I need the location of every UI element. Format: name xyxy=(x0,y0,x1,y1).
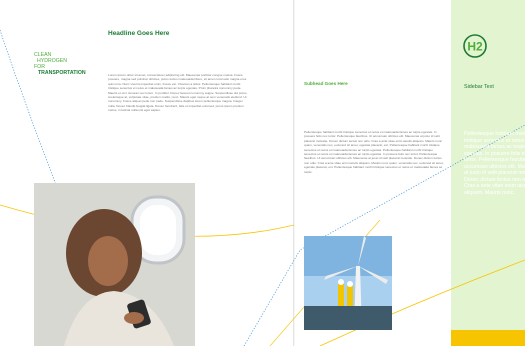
sidebar-yellow-bar xyxy=(451,330,525,346)
subhead: Subhead Goes Here xyxy=(304,81,348,86)
photo-wind-turbine-workers xyxy=(304,236,392,330)
photo-woman-airplane-drawing xyxy=(34,183,195,346)
h2-circle-logo-icon: H2 xyxy=(463,34,487,58)
right-body-text: Pellentesque habitant morbi tristique se… xyxy=(304,130,444,174)
photo-woman-airplane xyxy=(34,183,195,346)
brand-line-transportation: TRANSPORTATION xyxy=(38,70,86,76)
page-gutter xyxy=(293,0,295,346)
sidebar-title: Sidebar Text xyxy=(464,84,494,90)
photo-wind-turbine-drawing xyxy=(304,236,392,330)
headline: Headline Goes Here xyxy=(108,30,170,37)
brochure-spread: Headline Goes Here CLEAN HYDROGEN FOR TR… xyxy=(0,0,525,346)
sidebar-body-text: Pellentesque habitant morbi tristique se… xyxy=(464,131,525,196)
sidebar-logo-letters: H2 xyxy=(467,40,483,54)
brand-wordmark: CLEAN HYDROGEN FOR TRANSPORTATION xyxy=(34,52,86,76)
left-body-text: Lorem ipsum dolor sit amet, consectetuer… xyxy=(108,73,248,113)
